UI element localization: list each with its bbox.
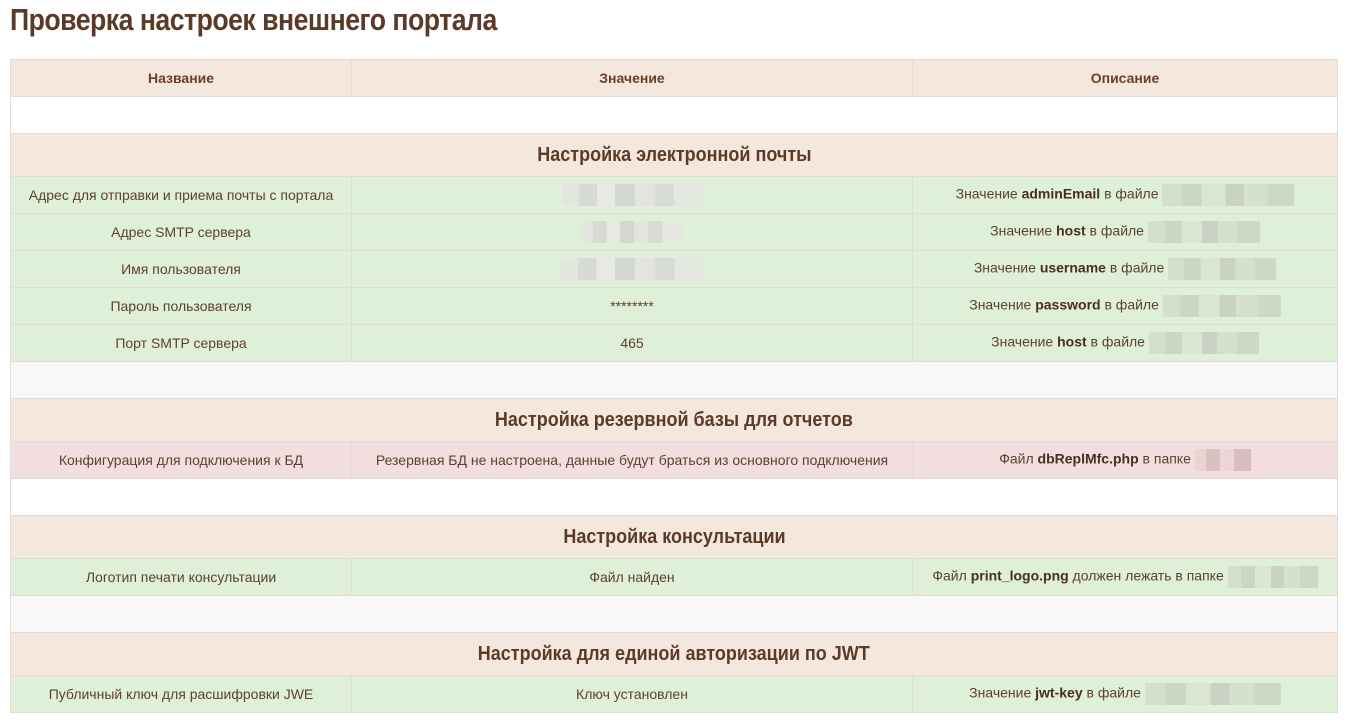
settings-table: Название Значение Описание Настройка эле… — [10, 59, 1338, 713]
setting-description: Значение username в файле — [912, 250, 1338, 288]
redacted-path — [1162, 184, 1295, 206]
setting-description: Значение host в файле — [912, 324, 1338, 362]
setting-name: Публичный ключ для расшифровки JWE — [10, 675, 352, 713]
setting-description: Файл print_logo.png должен лежать в папк… — [912, 558, 1338, 596]
spacer-row — [10, 361, 1338, 399]
redacted-value — [561, 258, 703, 280]
redacted-value — [581, 221, 683, 243]
table-row: Конфигурация для подключения к БД Резерв… — [10, 441, 1338, 479]
page-title: Проверка настроек внешнего портала — [10, 2, 497, 37]
redacted-value — [562, 184, 702, 206]
table-row: Адрес для отправки и приема почты с порт… — [10, 176, 1338, 214]
section-consultation: Настройка консультации — [10, 515, 1338, 559]
setting-description: Значение host в файле — [912, 213, 1338, 251]
section-jwt: Настройка для единой авторизации по JWT — [10, 632, 1338, 676]
spacer-row — [10, 96, 1338, 134]
redacted-path — [1168, 258, 1277, 280]
redacted-path — [1148, 332, 1259, 354]
setting-description: Значение password в файле — [912, 287, 1338, 325]
setting-value: Ключ установлен — [351, 675, 913, 713]
setting-value: ******** — [351, 287, 913, 325]
table-row: Пароль пользователя ******** Значение pa… — [10, 287, 1338, 325]
table-row: Имя пользователя Значение username в фай… — [10, 250, 1338, 288]
setting-description: Файл dbReplMfc.php в папке — [912, 441, 1338, 479]
column-header-name: Название — [10, 59, 352, 97]
setting-value: Резервная БД не настроена, данные будут … — [351, 441, 913, 479]
setting-value: 465 — [351, 324, 913, 362]
setting-name: Логотип печати консультации — [10, 558, 352, 596]
setting-name: Адрес для отправки и приема почты с порт… — [10, 176, 352, 214]
column-header-description: Описание — [912, 59, 1338, 97]
setting-name: Конфигурация для подключения к БД — [10, 441, 352, 479]
redacted-path — [1227, 566, 1318, 588]
redacted-path — [1147, 221, 1260, 243]
table-row: Адрес SMTP сервера Значение host в файле — [10, 213, 1338, 251]
table-row: Публичный ключ для расшифровки JWE Ключ … — [10, 675, 1338, 713]
setting-name: Пароль пользователя — [10, 287, 352, 325]
column-header-value: Значение — [351, 59, 913, 97]
section-title: Настройка электронной почты — [536, 143, 812, 166]
table-row: Логотип печати консультации Файл найден … — [10, 558, 1338, 596]
section-title: Настройка для единой авторизации по JWT — [478, 642, 870, 665]
setting-value — [351, 176, 913, 214]
section-title: Настройка консультации — [562, 525, 786, 548]
setting-name: Имя пользователя — [10, 250, 352, 288]
setting-value — [351, 250, 913, 288]
setting-description: Значение adminEmail в файле — [912, 176, 1338, 214]
spacer-row — [10, 595, 1338, 633]
section-title: Настройка резервной базы для отчетов — [495, 408, 853, 431]
redacted-path — [1144, 683, 1281, 705]
spacer-row — [10, 478, 1338, 516]
section-email: Настройка электронной почты — [10, 133, 1338, 177]
section-backup-db: Настройка резервной базы для отчетов — [10, 398, 1338, 442]
setting-description: Значение jwt-key в файле — [912, 675, 1338, 713]
setting-value: Файл найден — [351, 558, 913, 596]
redacted-path — [1194, 449, 1251, 471]
redacted-path — [1162, 295, 1281, 317]
setting-value — [351, 213, 913, 251]
table-row: Порт SMTP сервера 465 Значение host в фа… — [10, 324, 1338, 362]
table-header-row: Название Значение Описание — [10, 59, 1338, 97]
setting-name: Адрес SMTP сервера — [10, 213, 352, 251]
setting-name: Порт SMTP сервера — [10, 324, 352, 362]
